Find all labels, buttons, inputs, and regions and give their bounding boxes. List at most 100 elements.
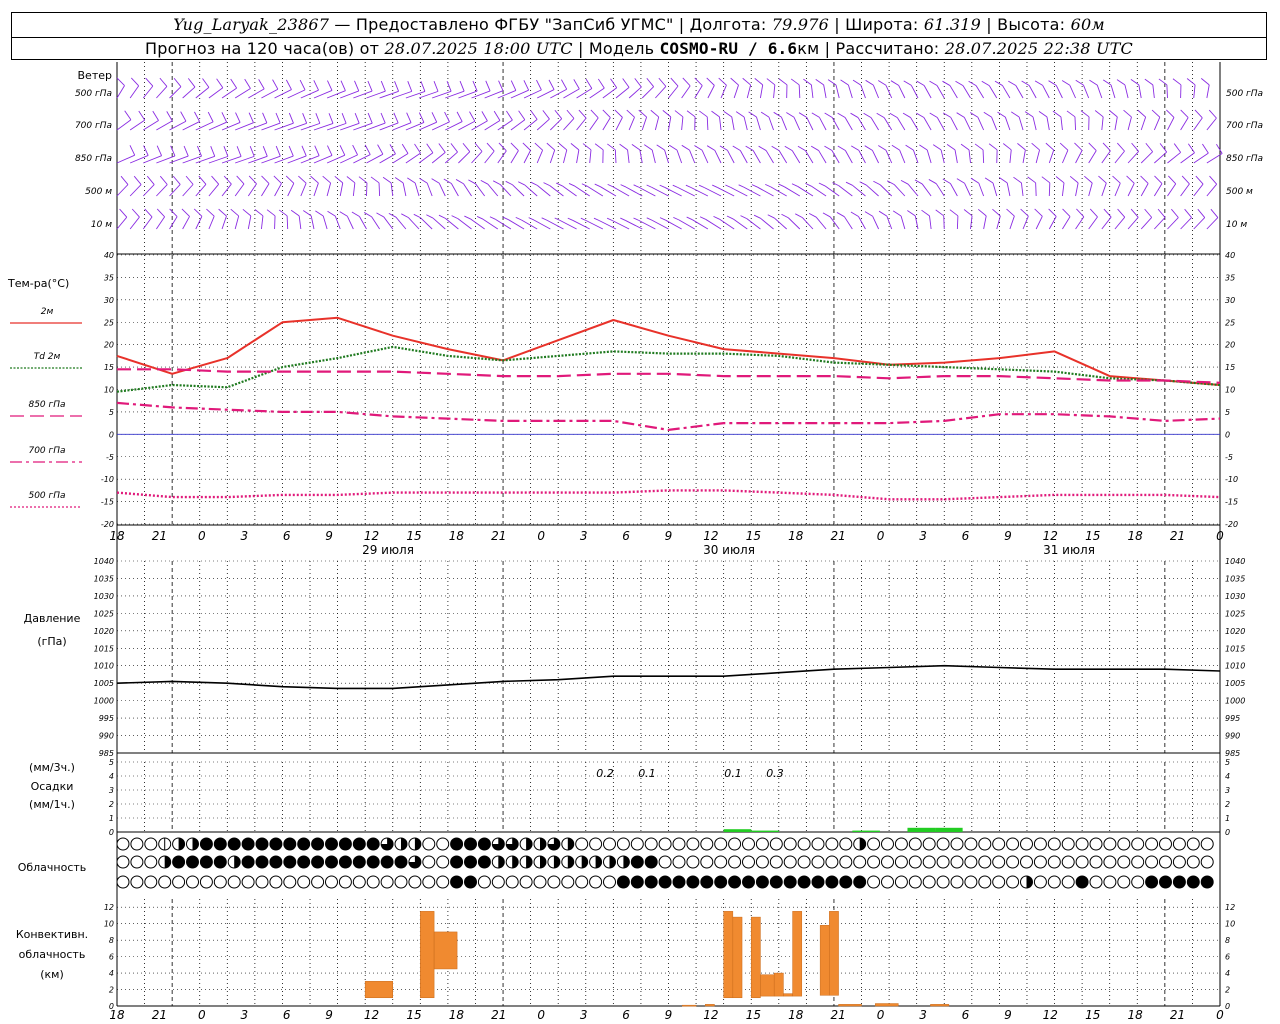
wind-barb-feather <box>790 78 800 86</box>
cloud-symbol <box>1186 855 1200 869</box>
wind-barb-feather <box>183 145 189 157</box>
wind-barb-shaft <box>1075 216 1085 230</box>
wind-barb-shaft <box>743 116 748 131</box>
y-tick-left: 1035 <box>94 574 114 583</box>
cloud-fill <box>200 838 213 850</box>
wind-level-label: 500 м <box>85 187 112 197</box>
cloud-symbol <box>839 855 853 869</box>
cloud-fill <box>853 876 866 888</box>
wind-barb-shaft <box>129 119 145 131</box>
wind-barb-shaft <box>810 84 814 99</box>
wind-barb-feather <box>960 143 970 151</box>
wind-barb-feather <box>1210 208 1219 218</box>
wind-barb-shaft <box>1153 117 1161 131</box>
cloud-fill <box>242 838 255 850</box>
wind-barb-shaft <box>1069 85 1076 99</box>
wind-barb-feather <box>546 142 555 151</box>
wind-barb-feather <box>388 212 397 218</box>
wind-barb-feather <box>462 142 471 152</box>
wind-barb-feather <box>370 176 380 184</box>
wind-barb-shaft <box>692 219 709 230</box>
wind-barb-feather <box>656 144 665 151</box>
wind-barb-feather <box>242 208 252 217</box>
wind-barb-feather <box>1208 109 1217 119</box>
cloud-symbol <box>992 855 1006 869</box>
wind-barb-feather <box>1168 175 1177 185</box>
wind-barb-feather <box>903 80 912 86</box>
wind-barb-shaft <box>844 216 853 230</box>
wind-barb-shaft <box>1061 182 1065 197</box>
wind-barb-feather <box>568 183 576 187</box>
cloud-symbol <box>755 855 769 869</box>
y-tick-left: 5 <box>109 758 114 767</box>
wind-barb-shaft <box>313 182 319 197</box>
cloud-fill <box>540 856 546 868</box>
wind-barb-shaft <box>1062 216 1071 230</box>
wind-barb-shaft <box>463 183 472 197</box>
precip-amount-label: 0.2 <box>596 767 614 780</box>
cloud-symbol <box>881 855 894 869</box>
wind-barb-feather <box>1021 80 1030 86</box>
wind-barb-feather <box>983 111 992 118</box>
wind-barb-feather <box>1098 175 1107 184</box>
wind-barb-feather <box>573 79 580 90</box>
wind-barb-feather <box>1144 208 1153 218</box>
hour-label: 9 <box>1004 1008 1012 1022</box>
wind-barb-shaft <box>1140 183 1149 197</box>
wind-barb-shaft <box>818 150 827 164</box>
cloud-symbol <box>130 875 144 889</box>
wind-barb-feather <box>481 111 488 122</box>
y-tick-right: 12 <box>1225 903 1235 912</box>
y-tick-left: -15 <box>101 498 114 507</box>
cloud-symbol <box>422 837 436 851</box>
conv-bar <box>732 916 743 999</box>
cloud-fill <box>401 838 407 850</box>
wind-barb-shaft <box>274 183 282 197</box>
wind-barb-shaft <box>116 85 125 99</box>
wind-barb-shaft <box>612 186 630 197</box>
wind-barb-shaft <box>546 219 564 230</box>
wind-barb-feather <box>131 208 140 218</box>
wind-barb-shaft <box>352 182 356 197</box>
wind-barb-shaft <box>1167 217 1179 230</box>
wind-barb-feather <box>638 109 647 118</box>
wind-barb-feather <box>414 143 421 154</box>
wind-barb-feather <box>1008 80 1017 86</box>
cloud-symbol <box>881 875 894 889</box>
wind-barb-shaft <box>182 121 200 131</box>
hour-label: 21 <box>152 529 167 543</box>
wind-barb-shaft <box>1110 84 1116 99</box>
wind-barb-shaft <box>414 182 420 197</box>
cloud-symbol <box>130 837 144 851</box>
cloud-fill <box>567 838 574 850</box>
y-tick-right: 8 <box>1225 936 1230 945</box>
pressure-yticks: 1040 1040 1035 1035 1030 1030 1025 1025 1020 1020… <box>94 557 1246 758</box>
cloud-fill <box>1076 876 1089 888</box>
cloud-symbol <box>1117 837 1131 851</box>
wind-level-label-right: 700 гПа <box>1226 121 1263 131</box>
cloud-symbol <box>1033 875 1047 889</box>
cloud-symbol <box>116 855 130 869</box>
cloud-symbol <box>1047 875 1061 889</box>
hour-label: 15 <box>1085 529 1100 543</box>
wind-barb-shaft <box>407 217 420 230</box>
wind-barb-shaft <box>793 117 801 131</box>
conv-title-1: Конвективн. <box>16 928 88 941</box>
wind-barb-feather <box>354 113 360 124</box>
cloud-symbol <box>561 875 575 889</box>
wind-barb-shaft <box>956 215 959 230</box>
wind-barb-shaft <box>1114 216 1126 230</box>
wind-barb-feather <box>997 111 1006 118</box>
cloud-symbol <box>922 875 936 889</box>
cloud-symbol <box>241 875 255 889</box>
wind-barb-feather <box>464 215 471 220</box>
wind-barb-feather <box>968 80 977 86</box>
wind-barb-shaft <box>287 89 306 99</box>
wind-barb-shaft <box>1114 150 1125 164</box>
wind-barb-shaft <box>418 152 434 164</box>
wind-barb-shaft <box>234 183 245 197</box>
wind-barb-feather <box>668 144 678 151</box>
cloud-symbol <box>783 837 797 851</box>
cloud-fill <box>297 838 310 850</box>
y-tick-right: 985 <box>1225 749 1240 758</box>
